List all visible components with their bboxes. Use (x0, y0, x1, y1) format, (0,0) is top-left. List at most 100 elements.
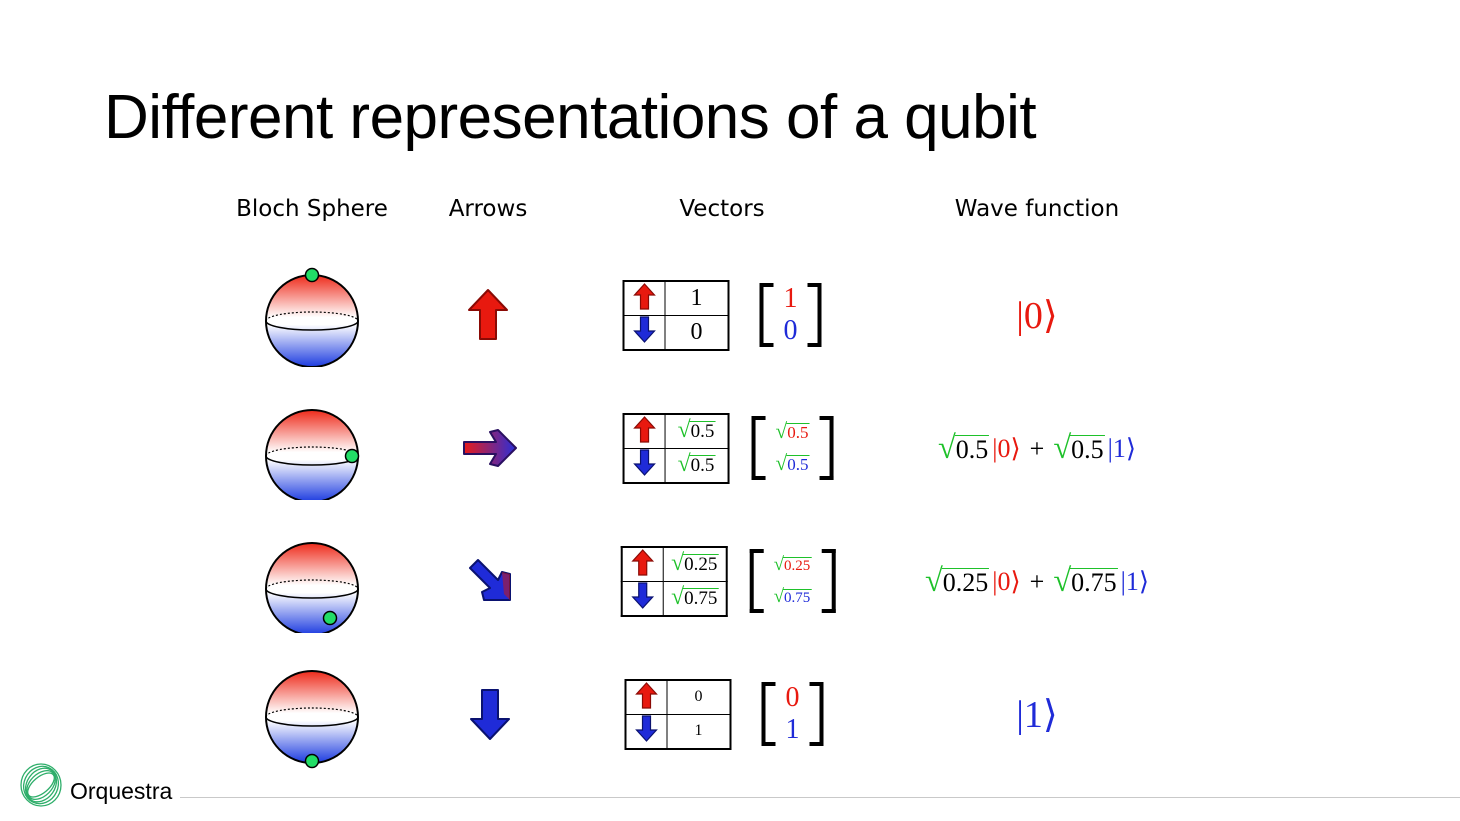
vector-top: 1 (783, 283, 798, 314)
vector-cell-equal: √ 0.5 √ 0.5 √ 0.5 √ 0.5 (622, 388, 834, 508)
arrow-down-icon (633, 448, 656, 476)
column-header-bloch-sphere: Bloch Sphere (236, 196, 388, 222)
vector-bottom: 1 (785, 714, 800, 745)
column-header-vectors: Vectors (679, 196, 765, 222)
right-bracket (819, 416, 834, 480)
sqrt-symbol: √ 0.5 (776, 453, 810, 474)
right-bracket (807, 283, 822, 347)
sqrt-symbol: √ 0.5 (776, 421, 810, 442)
amplitude-down: 0 (664, 314, 729, 350)
sqrt-symbol: √ 0.75 (1053, 565, 1118, 598)
logo-text: Orquestra (70, 777, 173, 804)
bloch-sphere-one (260, 654, 364, 774)
sqrt-symbol: √ 0.25 (671, 551, 719, 576)
amplitude-down: √ 0.75 (662, 580, 728, 616)
left-bracket (749, 549, 764, 613)
amplitude-table: √ 0.25 √ 0.75 (620, 545, 728, 617)
sqrt-symbol: √ 0.75 (774, 587, 812, 607)
vector-top: 0 (785, 682, 800, 713)
footer-divider (180, 797, 1460, 798)
orquestra-logo-icon (20, 763, 62, 807)
coefficient-b: 0.5 (1070, 434, 1105, 464)
arrow-up-icon (468, 289, 508, 340)
up-arrow-cell (625, 679, 668, 715)
radicand: 0.25 (683, 553, 719, 575)
amplitude-up: 1 (664, 280, 729, 316)
qubit-row-equal: √ 0.5 √ 0.5 √ 0.5 √ 0.5 √ 0.5 |0⟩ + √ 0.5 |1⟩ (0, 388, 1460, 508)
left-bracket (759, 283, 774, 347)
wave-cell-equal: √ 0.5 |0⟩ + √ 0.5 |1⟩ (938, 388, 1136, 508)
right-bracket (809, 682, 824, 746)
sqrt-symbol: √ 0.25 (924, 562, 990, 599)
vector-cell-zero: 1 0 1 0 (622, 255, 822, 375)
sqrt-symbol: √ 0.75 (671, 585, 719, 610)
amplitude-down: 1 (666, 713, 731, 749)
amplitude-table: 0 1 (624, 678, 732, 750)
arrow-down-icon (633, 315, 656, 343)
down-arrow-cell (623, 447, 666, 483)
up-arrow-cell (621, 546, 664, 582)
arrow-cell-zero (465, 255, 511, 375)
down-arrow-cell (623, 314, 666, 350)
column-header-wave-function: Wave function (954, 196, 1120, 222)
radical-sign: √ (924, 562, 943, 599)
vector-bottom: 0.5 (786, 454, 810, 474)
radical-sign: √ (937, 429, 956, 466)
wave-cell-quarter: √ 0.25 |0⟩ + √ 0.75 |1⟩ (925, 521, 1149, 641)
column-vector: √ 0.5 √ 0.5 (751, 416, 834, 480)
radicand: 0.75 (683, 587, 719, 609)
sqrt-symbol: √ 0.5 (678, 418, 716, 443)
arrow-up-icon (633, 282, 656, 310)
amplitude-down: √ 0.5 (664, 447, 730, 483)
arrow-up-icon (633, 415, 656, 443)
ket-zero: |0⟩ (992, 567, 1021, 597)
coefficient-b: 0.75 (1070, 567, 1118, 597)
radicand: 0.5 (689, 454, 716, 476)
arrow-cell-one (467, 654, 513, 774)
slide-title: Different representations of a qubit (104, 83, 1037, 152)
arrow-down-right-icon (469, 559, 511, 601)
arrow-cell-quarter (466, 521, 516, 641)
plus-sign: + (1029, 567, 1045, 597)
amplitude-up: 0 (666, 679, 731, 715)
arrow-up-icon (635, 681, 658, 709)
vector-top: 0.25 (783, 556, 812, 574)
vector-cell-one: 0 1 0 1 (624, 654, 824, 774)
amplitude-up: √ 0.25 (662, 546, 728, 582)
arrow-down-icon (631, 581, 655, 609)
vector-cell-quarter: √ 0.25 √ 0.75 √ 0.25 √ 0.75 (620, 521, 836, 641)
vector-values: 1 0 (774, 283, 808, 347)
qubit-row-zero: 1 0 1 0 |0⟩ (0, 255, 1460, 375)
up-arrow-cell (623, 413, 666, 449)
coefficient-a: 0.5 (954, 434, 990, 464)
vector-values: √ 0.25 √ 0.75 (764, 549, 822, 613)
column-header-arrows: Arrows (448, 196, 528, 222)
state-point (322, 610, 338, 626)
ket-zero: |0⟩ (1016, 294, 1058, 337)
column-vector: 0 1 (761, 682, 824, 746)
state-point (304, 267, 320, 283)
vector-values: 0 1 (776, 682, 810, 746)
wave-function-expression: √ 0.5 |0⟩ + √ 0.5 |1⟩ (938, 432, 1136, 465)
bloch-sphere-icon (265, 267, 359, 367)
down-arrow-cell (621, 580, 664, 616)
sqrt-symbol: √ 0.25 (774, 555, 812, 575)
orquestra-logo: Orquestra (16, 760, 172, 810)
amplitude-table: √ 0.5 √ 0.5 (622, 412, 730, 484)
ket-one: |1⟩ (1016, 693, 1058, 736)
arrow-down-icon (470, 689, 510, 740)
state-point (344, 448, 360, 464)
bloch-sphere-zero (260, 255, 364, 375)
plus-sign: + (1029, 434, 1045, 464)
vector-bottom: 0.75 (783, 588, 812, 606)
sqrt-symbol: √ 0.5 (678, 452, 716, 477)
coefficient-a: 0.25 (941, 567, 990, 597)
wave-function-expression: √ 0.25 |0⟩ + √ 0.75 |1⟩ (925, 565, 1149, 598)
radicand: 0.5 (689, 420, 716, 442)
sqrt-symbol: √ 0.5 (937, 429, 990, 466)
state-point (304, 753, 320, 769)
bloch-sphere-icon (265, 542, 359, 633)
left-bracket (761, 682, 776, 746)
ket-zero: |0⟩ (992, 434, 1021, 464)
bloch-sphere-icon (265, 409, 360, 500)
